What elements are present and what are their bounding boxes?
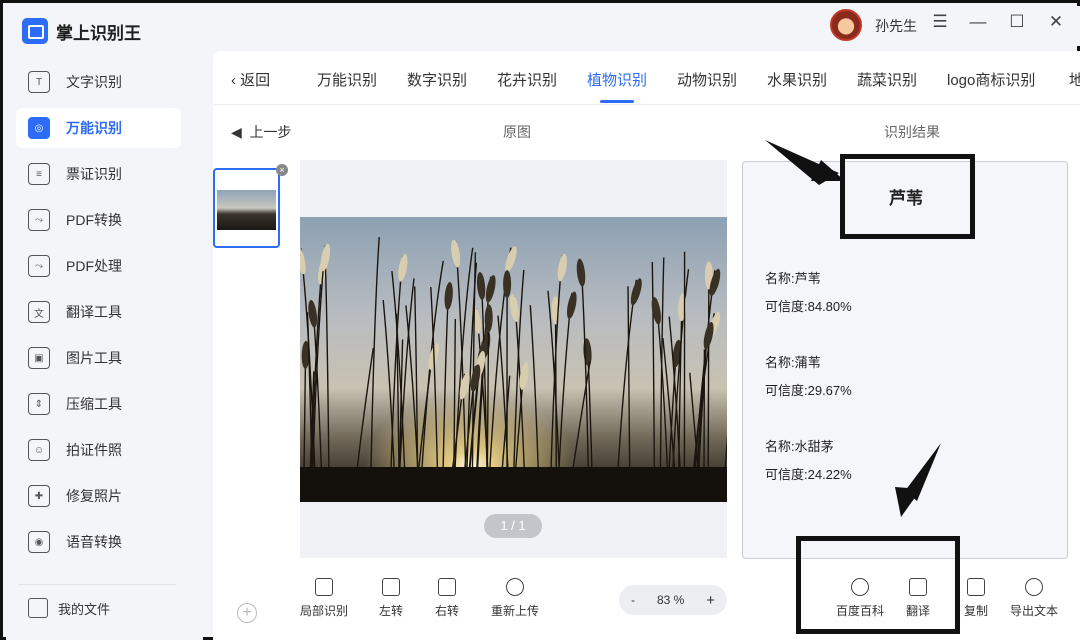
- annotation-arrows: [765, 140, 941, 517]
- app-window: 掌上识别王 T 文字识别 ◎ 万能识别 ≡ 票证识别 ⤳ PDF转换 ⤳ PDF处理文翻译工具 ▣ 图…: [0, 0, 1080, 640]
- annotation-arrow-2-head: [895, 487, 921, 517]
